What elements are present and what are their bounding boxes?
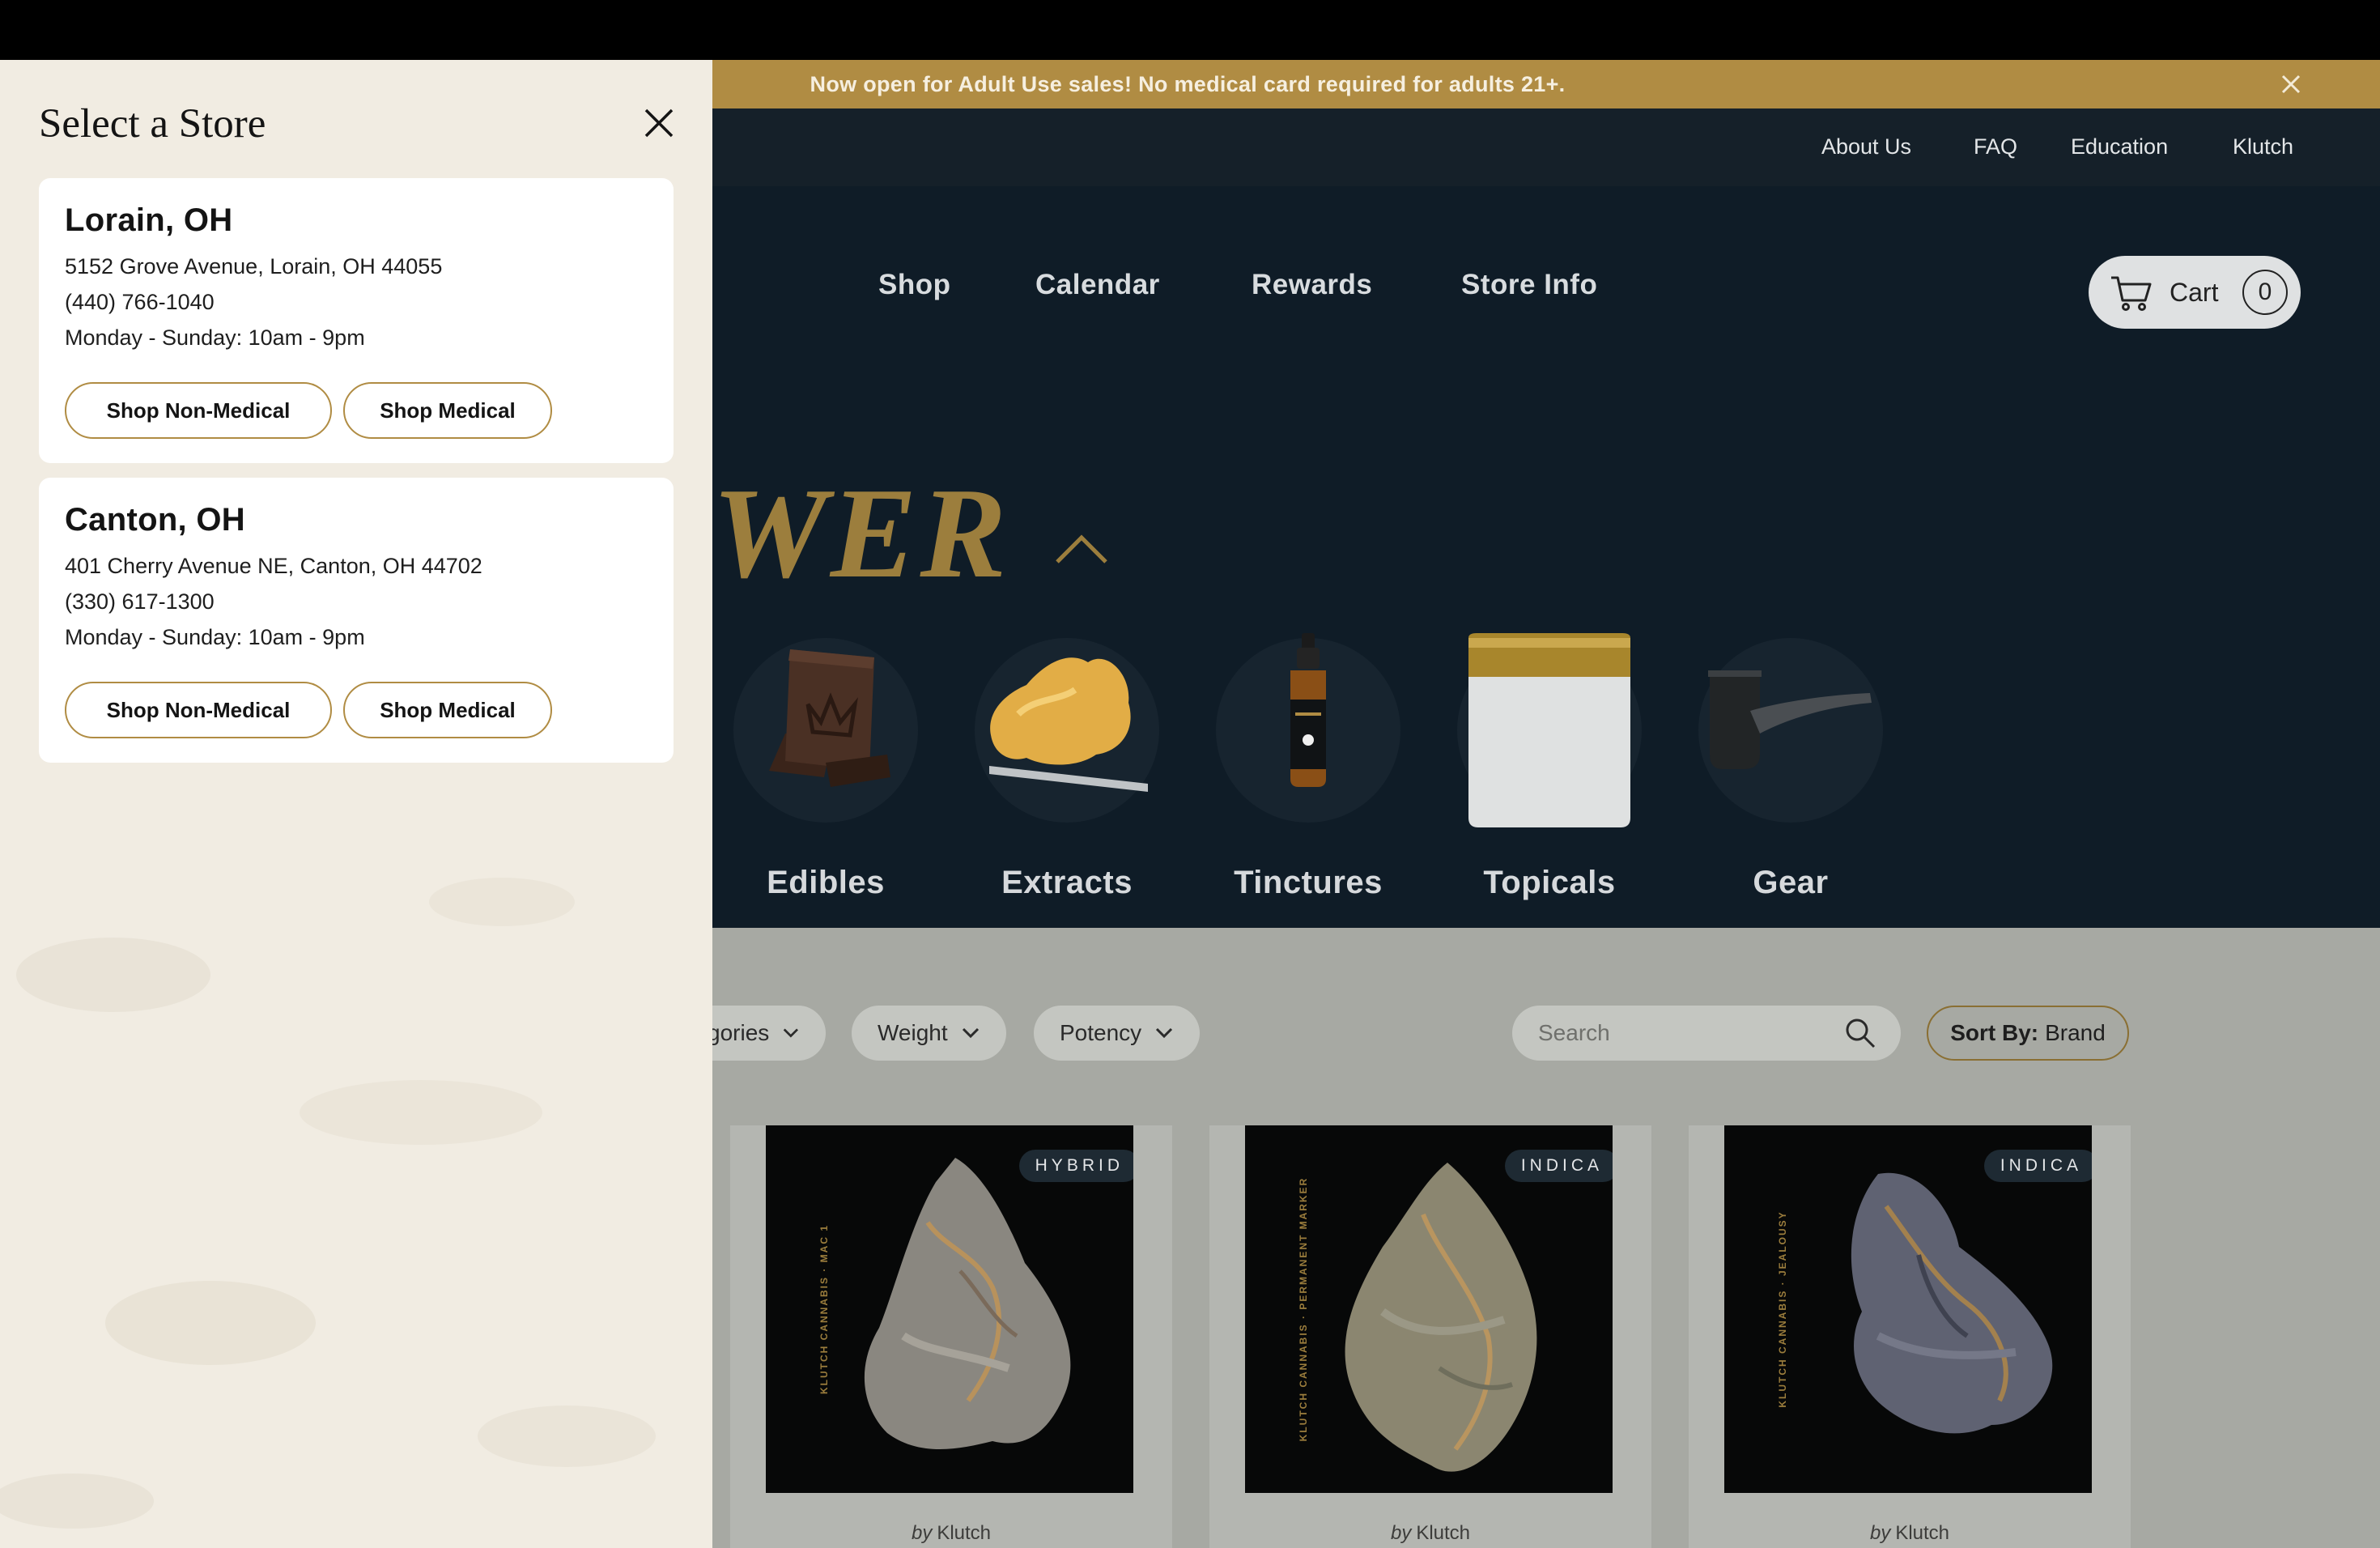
shop-medical-button[interactable]: Shop Medical <box>343 682 552 738</box>
product-brand-by: by <box>911 1522 933 1544</box>
search-input[interactable] <box>1538 1020 1830 1046</box>
select-store-drawer: Select a Store Lorain, OH 5152 Grove Ave… <box>0 60 712 1548</box>
store-phone: (440) 766-1040 <box>65 290 215 314</box>
close-icon[interactable] <box>641 105 677 141</box>
product-spine-label: KLUTCH CANNABIS · PERMANENT MARKER <box>1298 1176 1309 1442</box>
cart-label: Cart <box>2170 277 2219 307</box>
chevron-down-icon <box>962 1027 979 1039</box>
main-nav-store-info[interactable]: Store Info <box>1461 269 1597 301</box>
store-hours: Monday - Sunday: 10am - 9pm <box>65 325 365 350</box>
product-image: KLUTCH CANNABIS · JEALOUSY INDICA <box>1724 1125 2092 1493</box>
category-label: Gear <box>1753 865 1829 900</box>
store-address: 5152 Grove Avenue, Lorain, OH 44055 <box>65 254 443 279</box>
product-image: KLUTCH CANNABIS · PERMANENT MARKER INDIC… <box>1245 1125 1613 1493</box>
product-spine-label: KLUTCH CANNABIS · JEALOUSY <box>1777 1210 1788 1408</box>
product-brand-name: Klutch <box>937 1522 992 1544</box>
product-image: KLUTCH CANNABIS · MAC 1 HYBRID <box>766 1125 1133 1493</box>
strain-badge: INDICA <box>1504 1150 1613 1182</box>
sort-value: Brand <box>2045 1020 2106 1045</box>
chocolate-bar-image <box>729 633 923 827</box>
product-brand-name: Klutch <box>1416 1522 1471 1544</box>
shop-non-medical-button[interactable]: Shop Non-Medical <box>65 382 332 439</box>
sort-by-button[interactable]: Sort By: Brand <box>1927 1006 2129 1061</box>
nav-link-klutch[interactable]: Klutch <box>2233 134 2293 159</box>
cart-icon <box>2111 276 2152 311</box>
store-card-canton: Canton, OH 401 Cherry Avenue NE, Canton,… <box>39 478 674 763</box>
nav-link-education[interactable]: Education <box>2071 134 2168 159</box>
chevron-down-icon <box>1156 1027 1173 1039</box>
sort-prefix: Sort By: <box>1950 1020 2039 1045</box>
announcement-text: Now open for Adult Use sales! No medical… <box>810 71 1566 96</box>
pipe-image <box>1694 633 1888 827</box>
topical-jar-image <box>1452 633 1647 827</box>
chevron-down-icon <box>784 1028 799 1038</box>
store-address: 401 Cherry Avenue NE, Canton, OH 44702 <box>65 554 482 578</box>
product-brand: by Klutch <box>730 1522 1172 1545</box>
extract-nugget-image <box>970 633 1164 827</box>
chevron-up-icon[interactable] <box>1052 526 1111 567</box>
product-card[interactable]: KLUTCH CANNABIS · JEALOUSY INDICA by Klut… <box>1689 1125 2131 1548</box>
nav-link-about-us[interactable]: About Us <box>1821 134 1911 159</box>
product-card[interactable]: KLUTCH CANNABIS · MAC 1 HYBRID by Klutch <box>730 1125 1172 1548</box>
filter-weight[interactable]: Weight <box>852 1006 1006 1061</box>
filter-categories-label: gories <box>708 1020 770 1045</box>
category-label: Extracts <box>1001 865 1133 900</box>
store-card-lorain: Lorain, OH 5152 Grove Avenue, Lorain, OH… <box>39 178 674 463</box>
close-icon[interactable] <box>2276 70 2306 99</box>
product-card[interactable]: KLUTCH CANNABIS · PERMANENT MARKER INDIC… <box>1209 1125 1651 1548</box>
product-spine-label: KLUTCH CANNABIS · MAC 1 <box>818 1224 830 1394</box>
product-brand-by: by <box>1390 1522 1412 1544</box>
store-phone: (330) 617-1300 <box>65 589 215 614</box>
strain-badge: HYBRID <box>1018 1150 1133 1182</box>
nav-link-faq[interactable]: FAQ <box>1974 134 2017 159</box>
browser-top-bar <box>0 0 2380 60</box>
category-label: Topicals <box>1483 865 1616 900</box>
store-name: Canton, OH <box>65 502 245 538</box>
cart-count: 0 <box>2242 270 2288 315</box>
shop-medical-button[interactable]: Shop Medical <box>343 382 552 439</box>
filter-potency-label: Potency <box>1060 1020 1142 1045</box>
store-hours: Monday - Sunday: 10am - 9pm <box>65 625 365 649</box>
drawer-title: Select a Store <box>39 101 266 147</box>
product-brand-by: by <box>1869 1522 1891 1544</box>
main-nav-shop[interactable]: Shop <box>878 269 950 301</box>
product-brand-name: Klutch <box>1895 1522 1950 1544</box>
main-nav-rewards[interactable]: Rewards <box>1252 269 1372 301</box>
search-icon[interactable] <box>1844 1017 1876 1049</box>
category-label: Tinctures <box>1234 865 1383 900</box>
product-brand: by Klutch <box>1689 1522 2131 1545</box>
product-brand: by Klutch <box>1209 1522 1651 1545</box>
store-name: Lorain, OH <box>65 202 233 238</box>
category-label: Edibles <box>767 865 885 900</box>
main-nav-calendar[interactable]: Calendar <box>1035 269 1160 301</box>
filter-potency[interactable]: Potency <box>1034 1006 1201 1061</box>
cart-button[interactable]: Cart 0 <box>2089 256 2301 329</box>
filter-weight-label: Weight <box>878 1020 948 1045</box>
strain-badge: INDICA <box>1983 1150 2092 1182</box>
shop-non-medical-button[interactable]: Shop Non-Medical <box>65 682 332 738</box>
tincture-bottle-image <box>1211 633 1405 827</box>
search-box <box>1512 1006 1901 1061</box>
